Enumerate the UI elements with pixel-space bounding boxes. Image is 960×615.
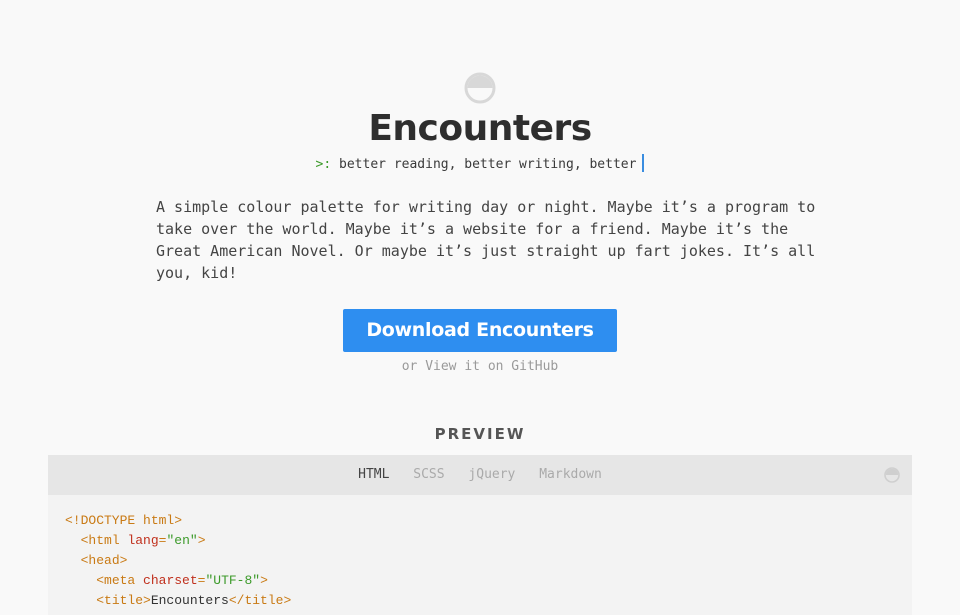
tab-jquery[interactable]: jQuery (468, 455, 515, 495)
code-tag: <title> (96, 593, 151, 608)
tab-markdown[interactable]: Markdown (539, 455, 602, 495)
theme-toggle-icon[interactable] (884, 467, 900, 483)
logo-icon (464, 72, 496, 104)
preview-tabbar: HTML SCSS jQuery Markdown (48, 455, 912, 495)
code-tag: <head> (80, 553, 128, 568)
preview-heading: PREVIEW (434, 425, 526, 443)
download-button[interactable]: Download Encounters (343, 309, 617, 352)
code-tag: <html (80, 533, 120, 548)
tagline: >: better reading, better writing, bette… (0, 154, 960, 172)
github-line: or View it on GitHub (0, 359, 960, 374)
code-preview: <!DOCTYPE html> <html lang="en"> <head> … (48, 495, 912, 611)
code-attr: lang (127, 533, 159, 548)
github-link[interactable]: View it on GitHub (425, 359, 558, 374)
tab-html[interactable]: HTML (358, 455, 389, 495)
typing-cursor (642, 154, 645, 172)
code-tag: <meta (96, 573, 136, 588)
code-attr: charset (143, 573, 198, 588)
tab-scss[interactable]: SCSS (413, 455, 444, 495)
code-tag: > (260, 573, 268, 588)
intro-paragraph: A simple colour palette for writing day … (156, 198, 816, 282)
tagline-text: better reading, better writing, better (339, 157, 637, 172)
page-title: Encounters (368, 108, 592, 149)
code-tag: </title> (228, 593, 292, 608)
preview-panel: HTML SCSS jQuery Markdown <!DOCTYPE html… (48, 455, 912, 615)
code-string: "UTF-8" (205, 573, 261, 588)
code-text: Encounters (150, 593, 229, 608)
tagline-prompt: >: (315, 157, 332, 172)
code-string: "en" (166, 533, 198, 548)
code-tag: > (197, 533, 206, 548)
code-line: <!DOCTYPE html> (65, 513, 183, 528)
or-text: or (401, 359, 418, 374)
